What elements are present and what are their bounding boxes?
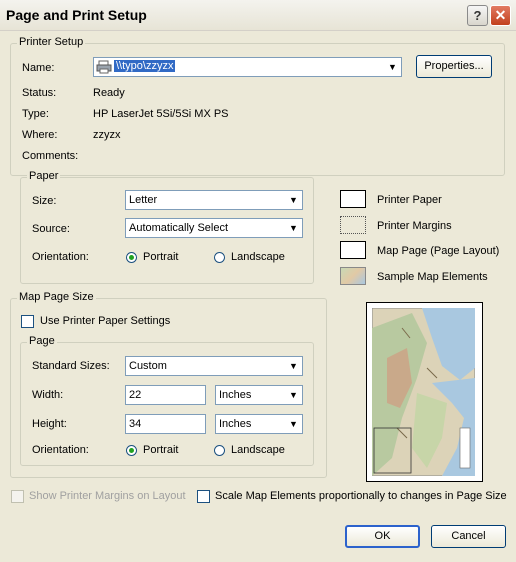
properties-button[interactable]: Properties... [416,55,492,78]
page-portrait-radio[interactable] [126,445,137,456]
standard-sizes-select[interactable]: Custom ▼ [125,356,303,376]
height-input[interactable]: 34 [125,414,206,434]
page-landscape-label[interactable]: Landscape [231,444,285,456]
paper-landscape-radio[interactable] [214,252,225,263]
help-button[interactable]: ? [467,5,488,26]
height-value: 34 [129,418,142,430]
width-input[interactable]: 22 [125,385,206,405]
page-orientation-label: Orientation: [32,444,89,456]
legend-printer-margins: Printer Margins [377,220,452,232]
map-page-size-label: Map Page Size [17,291,96,303]
width-unit-select[interactable]: Inches ▼ [215,385,303,405]
width-label: Width: [32,389,64,401]
ok-button[interactable]: OK [345,525,420,548]
paper-size-value: Letter [129,194,158,206]
paper-source-value: Automatically Select [129,222,229,234]
type-value: HP LaserJet 5Si/5Si MX PS [93,108,229,120]
status-value: Ready [93,87,125,99]
chevron-down-icon[interactable]: ▼ [286,358,301,374]
height-unit-value: Inches [219,418,252,430]
printer-paper-swatch [340,190,366,208]
legend-printer-paper: Printer Paper [377,194,442,206]
printer-margins-swatch [340,216,366,234]
chevron-down-icon[interactable]: ▼ [286,416,301,432]
page-preview [366,302,483,482]
use-printer-settings-label[interactable]: Use Printer Paper Settings [40,315,170,327]
scale-elements-checkbox[interactable] [197,490,210,503]
width-value: 22 [129,389,142,401]
page-portrait-label[interactable]: Portrait [143,444,178,456]
chevron-down-icon[interactable]: ▼ [385,59,400,75]
printer-icon [96,60,112,74]
type-label: Type: [22,108,49,120]
where-value: zzyzx [93,129,121,141]
window-title: Page and Print Setup [6,7,147,23]
use-printer-settings-checkbox[interactable] [21,315,34,328]
height-unit-select[interactable]: Inches ▼ [215,414,303,434]
paper-landscape-label[interactable]: Landscape [231,251,285,263]
paper-portrait-label[interactable]: Portrait [143,251,178,263]
printer-name-select[interactable]: \\typo\zzyzx ▼ [93,57,402,77]
chevron-down-icon[interactable]: ▼ [286,220,301,236]
chevron-down-icon[interactable]: ▼ [286,387,301,403]
paper-orientation-label: Orientation: [32,251,89,263]
paper-portrait-radio[interactable] [126,252,137,263]
printer-setup-label: Printer Setup [17,36,86,48]
sample-map-elements-swatch [340,267,366,285]
where-label: Where: [22,129,58,141]
chevron-down-icon[interactable]: ▼ [286,192,301,208]
legend-sample-elements: Sample Map Elements [377,271,488,283]
status-label: Status: [22,87,57,99]
page-landscape-radio[interactable] [214,445,225,456]
standard-sizes-label: Standard Sizes: [32,360,110,372]
show-margins-label[interactable]: Show Printer Margins on Layout [29,490,186,502]
paper-label: Paper [27,170,61,182]
comments-label: Comments: [22,150,79,162]
paper-source-label: Source: [32,223,70,235]
width-unit-value: Inches [219,389,252,401]
cancel-button[interactable]: Cancel [431,525,506,548]
page-print-setup-dialog: Page and Print Setup ? ✕ Printer Setup N… [0,0,516,562]
printer-name-value: \\typo\zzyzx [114,60,176,72]
page-label: Page [27,335,57,347]
legend-map-page: Map Page (Page Layout) [377,245,500,257]
paper-source-select[interactable]: Automatically Select ▼ [125,218,303,238]
paper-size-label: Size: [32,195,57,207]
show-margins-checkbox[interactable] [11,490,24,503]
close-button[interactable]: ✕ [490,5,511,26]
scale-elements-label[interactable]: Scale Map Elements proportionally to cha… [215,490,507,502]
standard-sizes-value: Custom [129,360,167,372]
printer-name-label: Name: [22,62,55,74]
map-preview-image [372,308,475,476]
title-bar[interactable]: Page and Print Setup ? ✕ [0,0,516,31]
map-page-swatch [340,241,366,259]
height-label: Height: [32,418,67,430]
paper-size-select[interactable]: Letter ▼ [125,190,303,210]
